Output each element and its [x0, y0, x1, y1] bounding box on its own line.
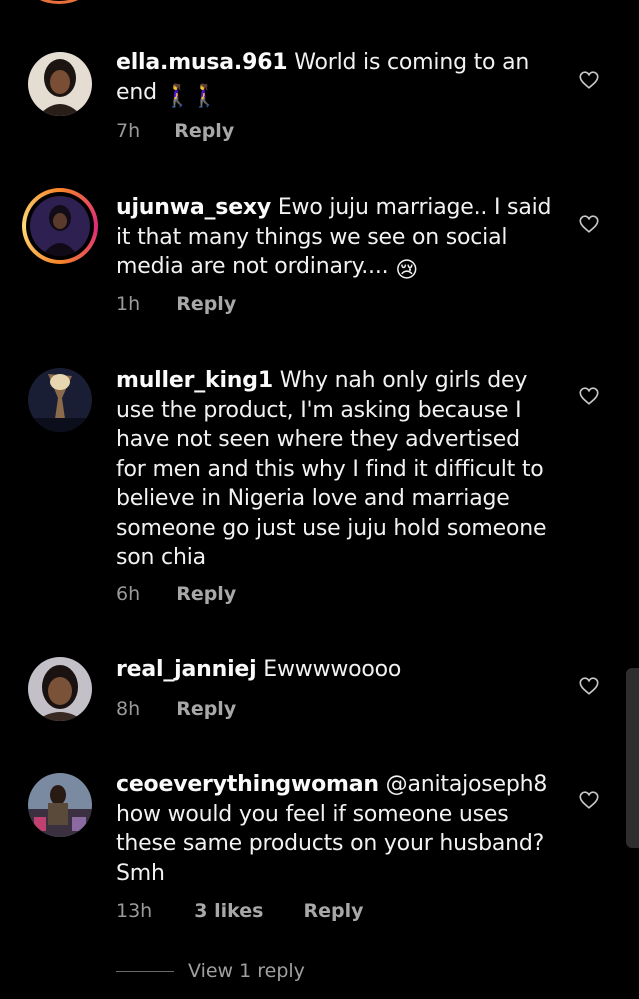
avatar[interactable] [22, 188, 98, 264]
comment-text: ella.musa.961 World is coming to an end … [116, 48, 556, 111]
comment-username[interactable]: ella.musa.961 [116, 50, 288, 75]
comment-meta: 8h Reply [116, 698, 236, 720]
comment-text: ceoeverythingwoman @anitajoseph8 how wou… [116, 770, 556, 888]
comment-body: Why nah only girls dey use the product, … [116, 368, 547, 570]
likes-count[interactable]: 3 likes [194, 900, 263, 922]
comment-meta: 1h Reply [116, 293, 236, 315]
comment-meta: 7h Reply [116, 120, 234, 142]
comment-text: muller_king1 Why nah only girls dey use … [116, 366, 556, 573]
comment-text: ujunwa_sexy Ewo juju marriage.. I said i… [116, 193, 556, 286]
story-ring-partial [27, 0, 91, 4]
comment-username[interactable]: muller_king1 [116, 368, 273, 393]
comment-time: 13h [116, 900, 153, 922]
comment-body: Ewwwwoooo [256, 657, 402, 682]
comment-time: 6h [116, 583, 141, 605]
scrollbar-thumb[interactable] [626, 668, 639, 848]
reply-button[interactable]: Reply [174, 120, 234, 142]
avatar[interactable] [28, 368, 92, 432]
comment-text: real_janniej Ewwwwoooo [116, 655, 556, 685]
heart-icon[interactable] [578, 675, 600, 697]
comment-username[interactable]: ujunwa_sexy [116, 195, 271, 220]
avatar-image [28, 52, 92, 116]
comment-meta: 6h Reply [116, 583, 236, 605]
view-replies-button[interactable]: View 1 reply [116, 960, 305, 982]
avatar-image [28, 657, 92, 721]
reply-button[interactable]: Reply [176, 698, 236, 720]
avatar-image [28, 368, 92, 432]
avatar-image [30, 196, 90, 256]
comment-time: 8h [116, 698, 141, 720]
walking-woman-emoji: 🚶‍♀️🚶‍♀️ [163, 83, 219, 109]
avatar[interactable] [28, 657, 92, 721]
avatar[interactable] [28, 52, 92, 116]
view-replies-label: View 1 reply [188, 960, 305, 982]
reply-button[interactable]: Reply [176, 583, 236, 605]
comment-username[interactable]: ceoeverythingwoman [116, 772, 379, 797]
avatar[interactable] [28, 773, 92, 837]
heart-icon[interactable] [578, 213, 600, 235]
comment-time: 7h [116, 120, 141, 142]
heart-icon[interactable] [578, 385, 600, 407]
divider [116, 971, 174, 972]
crying-face-emoji: 😢 [395, 258, 418, 283]
comment-meta: 13h 3 likes Reply [116, 900, 364, 922]
heart-icon[interactable] [578, 69, 600, 91]
comment-username[interactable]: real_janniej [116, 657, 257, 682]
reply-button[interactable]: Reply [176, 293, 236, 315]
heart-icon[interactable] [578, 789, 600, 811]
avatar-image [28, 773, 92, 837]
comment-time: 1h [116, 293, 141, 315]
reply-button[interactable]: Reply [304, 900, 364, 922]
